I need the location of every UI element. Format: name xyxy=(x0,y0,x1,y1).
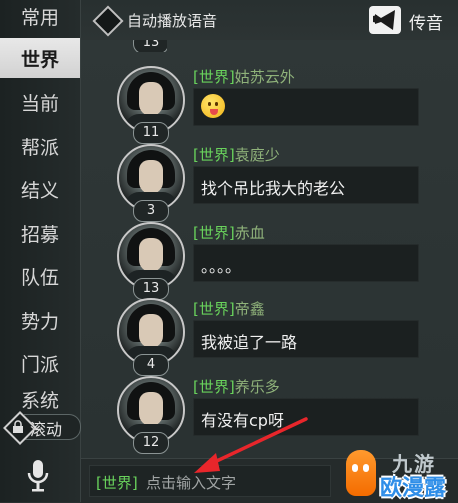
tab-team[interactable]: 队伍 xyxy=(0,256,80,296)
sender-name: 袁庭少 xyxy=(234,146,280,164)
level-badge: 3 xyxy=(133,200,169,222)
tab-label: 常用 xyxy=(20,6,59,29)
message-sender[interactable]: [世界]袁庭少 xyxy=(193,144,280,165)
level-badge: 12 xyxy=(133,432,169,454)
level-badge: 4 xyxy=(133,354,169,376)
watermark-logo: 九游 欧漫露 xyxy=(346,442,458,502)
message-text: 我被追了一路 xyxy=(201,333,298,352)
autoplay-voice-label: 自动播放语音 xyxy=(127,12,218,30)
tab-label: 势力 xyxy=(20,310,59,333)
tab-gang[interactable]: 帮派 xyxy=(0,126,80,166)
tab-label: 当前 xyxy=(20,92,59,115)
level-badge: 11 xyxy=(133,122,169,144)
tab-label: 招募 xyxy=(20,223,59,246)
tab-current[interactable]: 当前 xyxy=(0,82,80,122)
mascot-icon xyxy=(346,450,376,496)
message-sender[interactable]: [世界]姑苏云外 xyxy=(193,66,295,87)
horn-icon[interactable] xyxy=(369,6,401,34)
tab-label: 门派 xyxy=(20,353,59,376)
sender-name: 赤血 xyxy=(234,224,265,242)
tab-system[interactable]: 系统 xyxy=(0,386,80,410)
message-bubble: 找个吊比我大的老公 xyxy=(193,166,419,204)
channel-tag: [世界] xyxy=(193,68,235,86)
tab-label: 结义 xyxy=(20,179,59,202)
chat-message: 3 [世界]袁庭少 找个吊比我大的老公 xyxy=(117,144,447,222)
chat-header: 自动播放语音 传音 xyxy=(81,0,458,40)
tab-sect[interactable]: 门派 xyxy=(0,343,80,383)
horn-label[interactable]: 传音 xyxy=(409,9,443,34)
lock-icon xyxy=(12,420,24,434)
tab-label: 帮派 xyxy=(20,136,59,159)
tab-common[interactable]: 常用 xyxy=(0,0,80,36)
tab-faction[interactable]: 势力 xyxy=(0,300,80,340)
message-bubble: 我被追了一路 xyxy=(193,320,419,358)
message-text: 。。。。 xyxy=(201,257,242,276)
microphone-icon[interactable] xyxy=(24,458,52,494)
message-sender[interactable]: [世界]帝鑫 xyxy=(193,298,265,319)
scroll-toggle-button[interactable]: 滚动 xyxy=(3,411,81,445)
input-channel-tag: [世界] xyxy=(96,474,138,492)
scroll-toggle-label: 滚动 xyxy=(30,420,63,439)
tab-label: 队伍 xyxy=(20,266,59,289)
tab-recruit[interactable]: 招募 xyxy=(0,213,80,253)
chat-message: 4 [世界]帝鑫 我被追了一路 xyxy=(117,298,447,376)
message-text: 找个吊比我大的老公 xyxy=(201,179,346,198)
level-badge: 13 xyxy=(133,278,169,300)
channel-tag: [世界] xyxy=(193,378,235,396)
chat-message: 11 [世界]姑苏云外 xyxy=(117,66,447,144)
tab-sworn[interactable]: 结义 xyxy=(0,169,80,209)
partial-message-level: 13 xyxy=(133,40,167,52)
tab-label: 系统 xyxy=(20,390,59,410)
message-sender[interactable]: [世界]养乐多 xyxy=(193,376,280,397)
channel-tag: [世界] xyxy=(193,224,235,242)
sender-name: 姑苏云外 xyxy=(234,68,295,86)
sender-name: 养乐多 xyxy=(234,378,280,396)
channel-sidebar: 常用 世界 当前 帮派 结义 招募 队伍 势力 门派 系统 滚动 xyxy=(0,0,81,502)
tongue-out-emoji-icon xyxy=(201,94,225,118)
tab-world[interactable]: 世界 xyxy=(0,38,80,78)
autoplay-voice-checkbox[interactable] xyxy=(92,5,124,37)
red-arrow-annotation xyxy=(194,417,308,473)
message-bubble xyxy=(193,88,419,126)
level-badge: 13 xyxy=(133,40,167,52)
sender-name: 帝鑫 xyxy=(234,300,265,318)
message-sender[interactable]: [世界]赤血 xyxy=(193,222,265,243)
chat-message-list[interactable]: 13 11 [世界]姑苏云外 3 [世界]袁庭少 找个吊比我大的老公 13 [世… xyxy=(81,40,458,458)
watermark-line2: 欧漫露 xyxy=(380,476,447,501)
chat-message: 13 [世界]赤血 。。。。 xyxy=(117,222,447,300)
channel-tag: [世界] xyxy=(193,300,235,318)
message-bubble: 。。。。 xyxy=(193,244,419,282)
channel-tag: [世界] xyxy=(193,146,235,164)
tab-label: 世界 xyxy=(20,48,59,71)
